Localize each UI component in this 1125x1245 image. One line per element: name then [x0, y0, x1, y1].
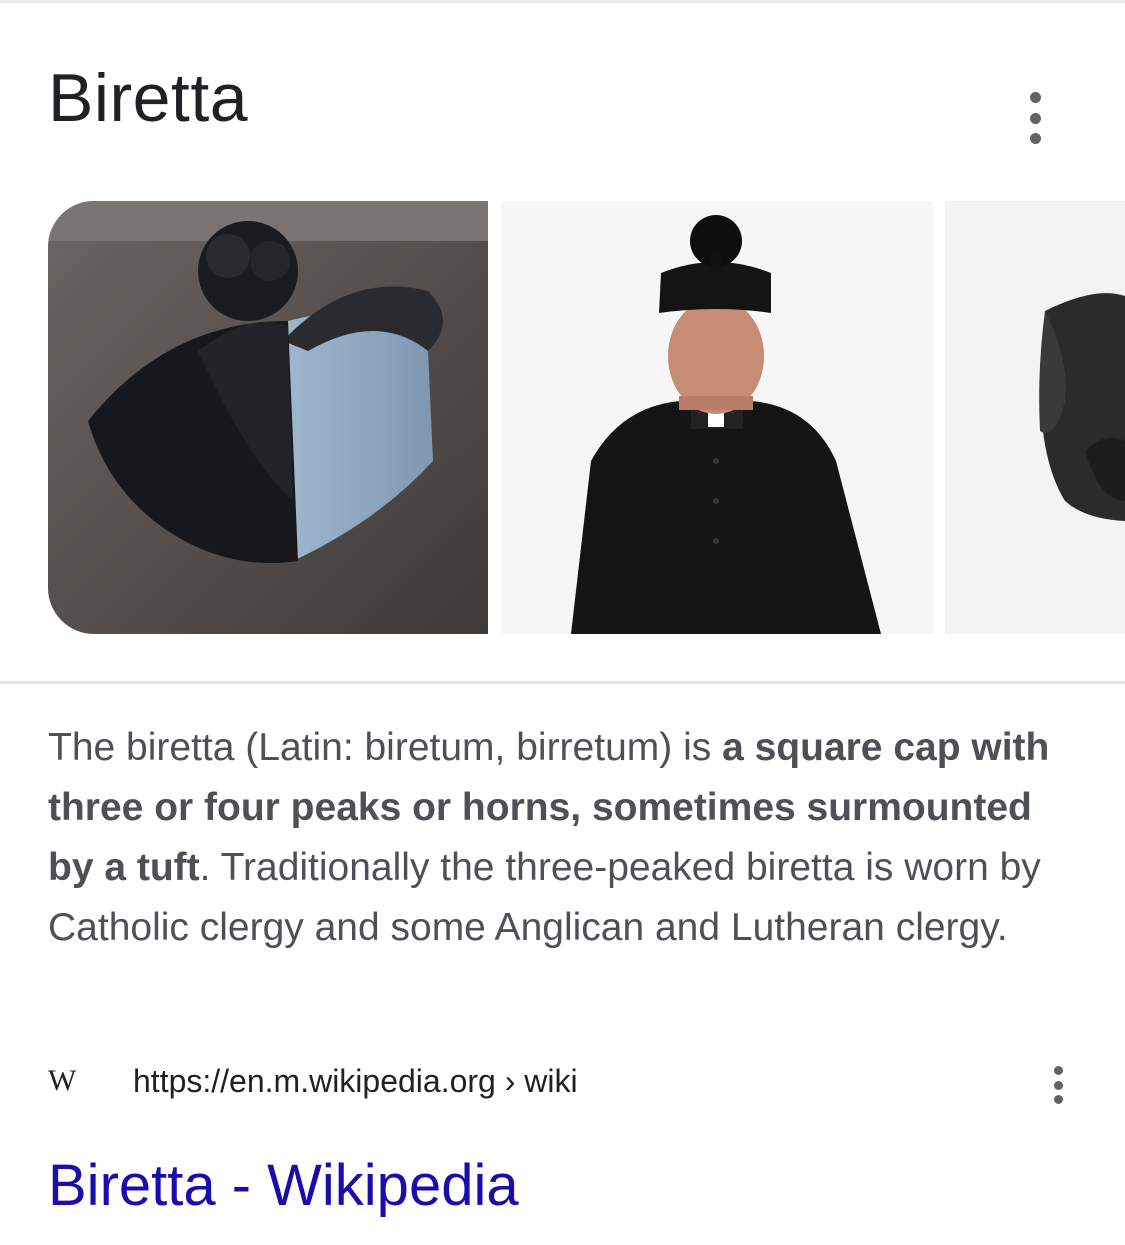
section-divider	[0, 681, 1125, 684]
source-more-options-icon[interactable]	[1046, 1066, 1070, 1104]
image-priest-wearing-biretta[interactable]	[501, 201, 933, 634]
page-title: Biretta	[48, 60, 249, 136]
chevron-right-icon: ›	[504, 1062, 516, 1099]
top-rule	[0, 0, 1125, 3]
source-path: wiki	[524, 1062, 578, 1099]
image-biretta-partial[interactable]	[945, 201, 1125, 634]
result-title-link[interactable]: Biretta - Wikipedia	[48, 1152, 519, 1219]
image-biretta-on-table[interactable]	[48, 201, 488, 634]
description: The biretta (Latin: biretum, birretum) i…	[48, 718, 1078, 958]
source-url[interactable]: https://en.m.wikipedia.org › wiki	[133, 1063, 578, 1100]
source-row[interactable]: W https://en.m.wikipedia.org › wiki	[48, 1056, 578, 1106]
more-options-icon[interactable]	[1023, 92, 1047, 144]
description-intro: The biretta (Latin: biretum, birretum) i…	[48, 726, 723, 769]
image-gallery[interactable]	[48, 201, 1125, 634]
wikipedia-icon: W	[48, 1064, 76, 1097]
